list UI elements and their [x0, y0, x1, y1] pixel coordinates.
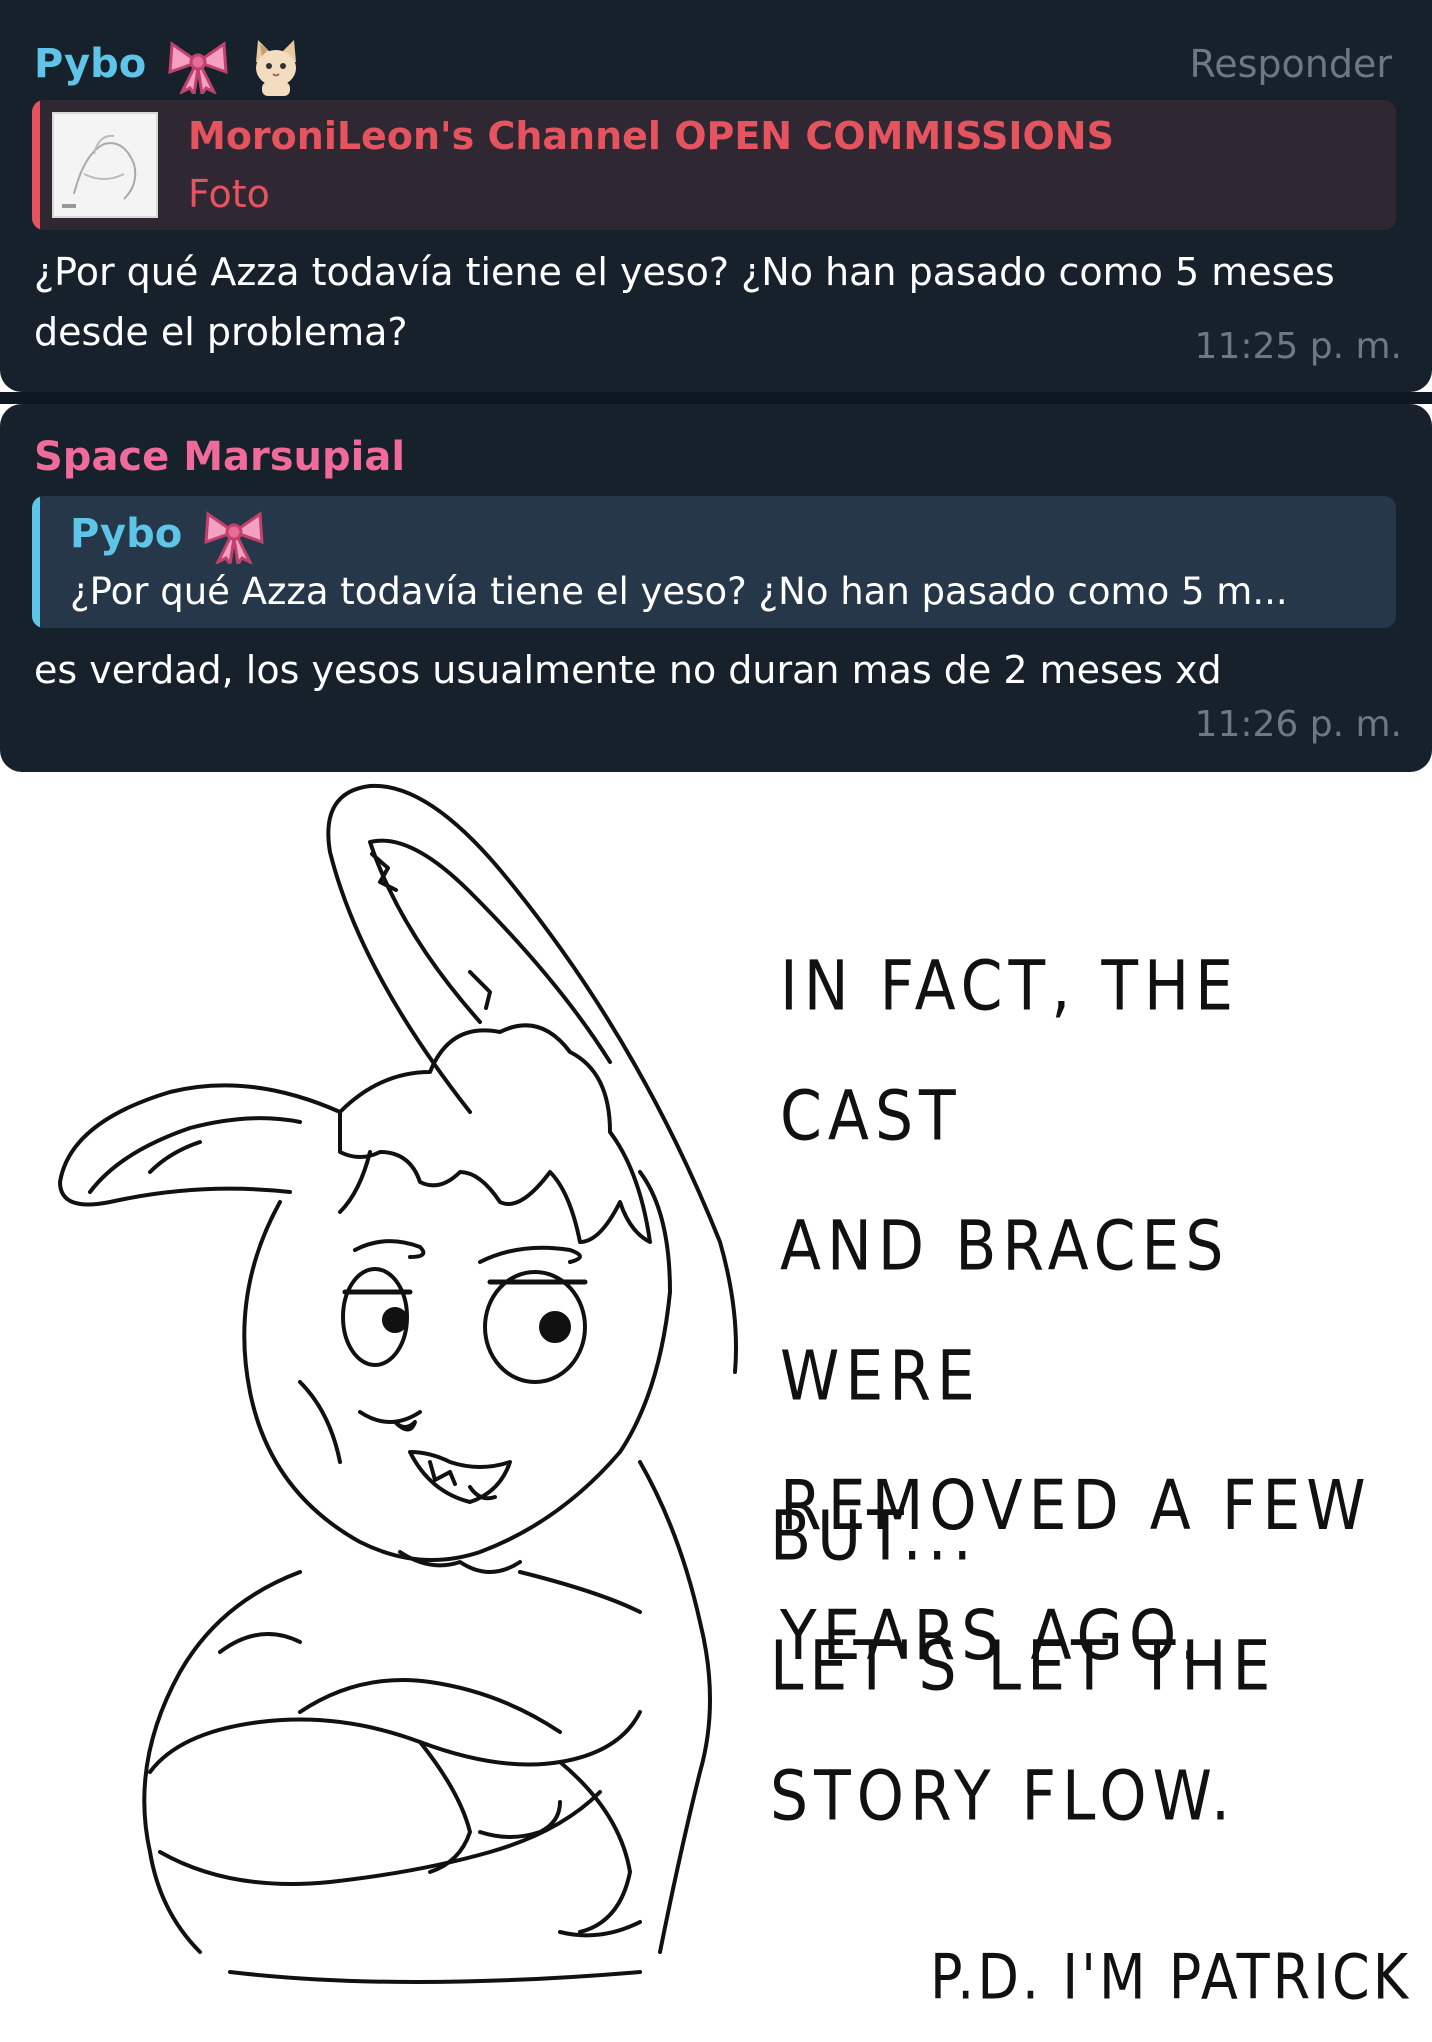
comic-caption-2: BUT... LET'S LET THE STORY FLOW. — [770, 1496, 1277, 1837]
cat-icon — [256, 40, 297, 96]
sender-name[interactable]: Pybo — [34, 36, 302, 96]
message-divider — [0, 392, 1432, 404]
comic-signature: P.D. I'M PATRICK — [930, 1940, 1412, 2014]
comic-panel: IN FACT, THE CAST AND BRACES WERE REMOVE… — [0, 772, 1432, 2013]
quote-sender-text: Pybo — [70, 511, 183, 557]
sender-name-text: Pybo — [34, 41, 147, 87]
forwarded-preview[interactable]: MoroniLeon's Channel OPEN COMMISSIONS Fo… — [32, 100, 1396, 230]
message-line: desde el problema? — [34, 310, 408, 354]
quote-sender: Pybo — [70, 508, 264, 564]
message-time: 11:26 p. m. — [1194, 704, 1402, 745]
quote-text: ¿Por qué Azza todavía tiene el yeso? ¿No… — [70, 570, 1288, 613]
ribbon-icon — [168, 41, 228, 94]
chat-message-space-marsupial[interactable]: Space Marsupial Pybo ¿Por qué Azza todav… — [0, 404, 1432, 772]
ribbon-icon — [204, 511, 264, 564]
sender-name[interactable]: Space Marsupial — [34, 434, 405, 480]
message-time: 11:25 p. m. — [1194, 326, 1402, 367]
quote-accent-bar — [32, 496, 40, 628]
sketch-thumbnail-icon — [62, 134, 137, 208]
reply-button[interactable]: Responder — [1190, 42, 1392, 86]
message-body: es verdad, los yesos usualmente no duran… — [34, 648, 1222, 692]
message-line: ¿Por qué Azza todavía tiene el yeso? ¿No… — [34, 250, 1335, 294]
photo-thumbnail[interactable] — [52, 112, 158, 218]
chat-message-pybo[interactable]: Pybo Responder MoroniLeon's Channel OPEN… — [0, 0, 1432, 392]
forwarded-title: MoroniLeon's Channel OPEN COMMISSIONS — [188, 114, 1114, 158]
quoted-message[interactable]: Pybo ¿Por qué Azza todavía tiene el yeso… — [32, 496, 1396, 628]
message-body: ¿Por qué Azza todavía tiene el yeso? ¿No… — [34, 242, 1396, 362]
forwarded-accent-bar — [32, 100, 40, 230]
forwarded-subtitle: Foto — [188, 172, 270, 216]
